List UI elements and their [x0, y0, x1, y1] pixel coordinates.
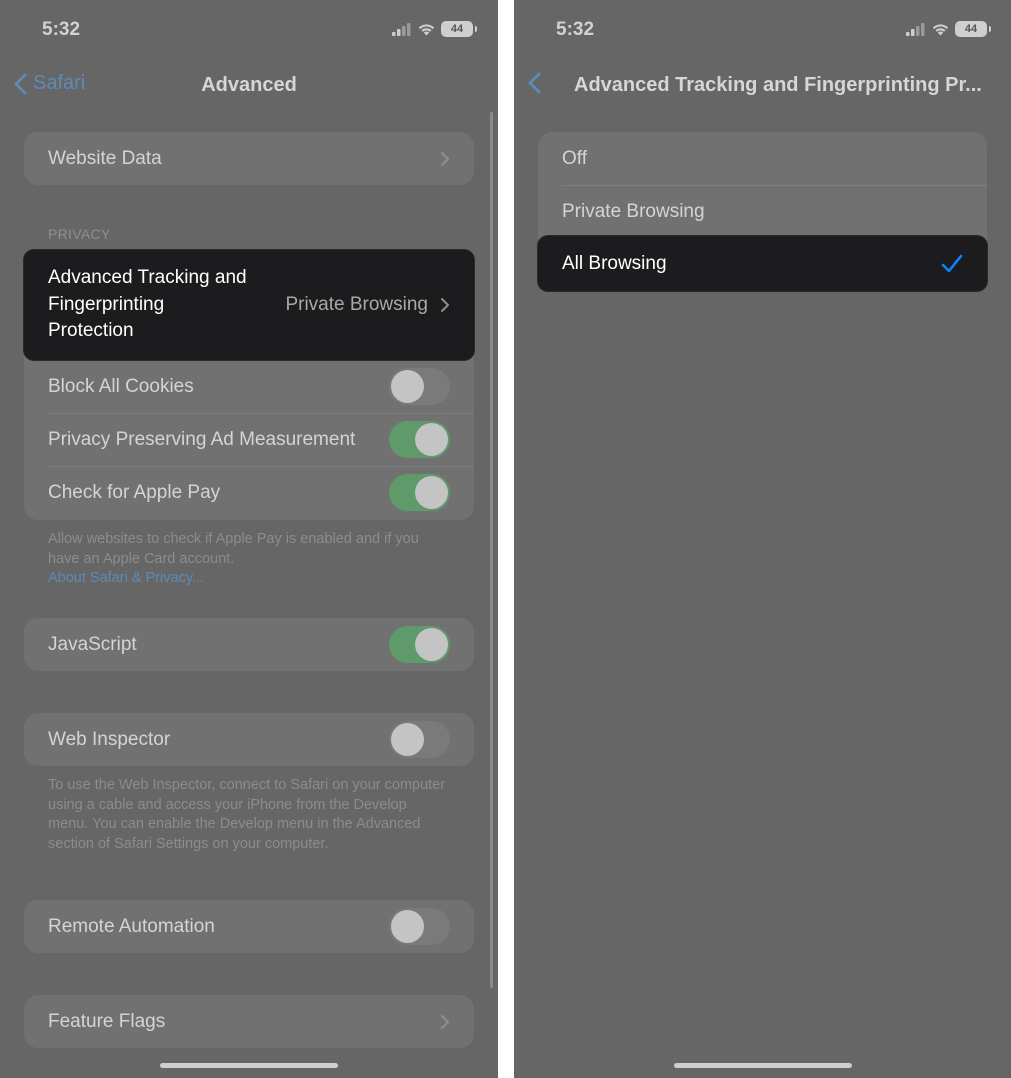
website-data-group: Website Data	[24, 132, 474, 185]
battery-icon: 44	[955, 21, 991, 37]
remote-automation-toggle[interactable]	[389, 908, 450, 945]
option-off-row[interactable]: Off	[538, 132, 987, 185]
apple-pay-note: Allow websites to check if Apple Pay is …	[48, 530, 448, 589]
javascript-group: JavaScript	[24, 618, 474, 671]
row-label: Check for Apple Pay	[48, 481, 221, 503]
page-title: Advanced Tracking and Fingerprinting Pr.…	[574, 74, 982, 96]
row-label: Privacy Preserving Ad Measurement	[48, 428, 356, 450]
status-icons: 44	[906, 21, 991, 37]
tracking-protection-label: Advanced Tracking and Fingerprinting Pro…	[48, 265, 285, 345]
remote-automation-group: Remote Automation	[24, 900, 474, 953]
wifi-icon	[932, 24, 949, 36]
advanced-settings-screen: 5:32 44 Safari Advanced Website Data PRI…	[0, 0, 498, 1078]
page-title: Advanced	[201, 74, 297, 96]
tracking-protection-value: Private Browsing	[285, 294, 428, 315]
feature-flags-label: Feature Flags	[48, 1010, 166, 1032]
javascript-label: JavaScript	[48, 633, 137, 655]
home-indicator[interactable]	[160, 1063, 338, 1068]
chevron-right-icon	[441, 151, 449, 166]
chevron-left-icon	[528, 72, 541, 94]
option-label: Private Browsing	[562, 200, 705, 222]
toggle-knob	[391, 910, 424, 943]
option-label: Off	[562, 147, 587, 169]
feature-flags-row[interactable]: Feature Flags	[24, 995, 474, 1048]
option-label: All Browsing	[562, 252, 667, 274]
toggle-knob	[415, 628, 448, 661]
apple-pay-note-text: Allow websites to check if Apple Pay is …	[48, 531, 419, 567]
javascript-toggle[interactable]	[389, 626, 450, 663]
web-inspector-group: Web Inspector	[24, 713, 474, 766]
option-all-browsing-row[interactable]: All Browsing	[538, 236, 987, 291]
back-button[interactable]	[528, 72, 541, 99]
javascript-row: JavaScript	[24, 618, 474, 671]
label-line: Fingerprinting	[48, 293, 165, 315]
website-data-row[interactable]: Website Data	[24, 132, 474, 185]
about-safari-privacy-link[interactable]: About Safari & Privacy...	[48, 569, 448, 589]
home-indicator[interactable]	[674, 1063, 852, 1068]
chevron-right-icon	[441, 1014, 449, 1029]
tracking-options-screen: 5:32 44 Advanced Tracking and Fingerprin…	[514, 0, 1011, 1078]
block-all-cookies-toggle[interactable]	[389, 368, 450, 405]
status-icons: 44	[392, 21, 477, 37]
remote-automation-label: Remote Automation	[48, 915, 215, 937]
check-apple-pay-toggle[interactable]	[389, 474, 450, 511]
status-time: 5:32	[42, 19, 81, 40]
chevron-right-icon	[441, 298, 449, 312]
web-inspector-toggle[interactable]	[389, 721, 450, 758]
label-line: Advanced Tracking and	[48, 267, 247, 289]
signal-icon	[906, 22, 925, 36]
toggle-knob	[415, 476, 448, 509]
toggle-knob	[391, 370, 424, 403]
label-line: Protection	[48, 320, 134, 342]
web-inspector-label: Web Inspector	[48, 728, 171, 750]
checkmark-icon	[941, 254, 963, 272]
toggle-knob	[391, 723, 424, 756]
web-inspector-row: Web Inspector	[24, 713, 474, 766]
scrollbar[interactable]	[490, 112, 493, 988]
check-apple-pay-row: Check for Apple Pay	[24, 466, 474, 519]
remote-automation-row: Remote Automation	[24, 900, 474, 953]
tracking-protection-row[interactable]: Advanced Tracking and Fingerprinting Pro…	[24, 250, 474, 360]
battery-icon: 44	[441, 21, 477, 37]
signal-icon	[392, 22, 411, 36]
privacy-ad-measurement-row: Privacy Preserving Ad Measurement	[24, 413, 474, 466]
web-inspector-note: To use the Web Inspector, connect to Saf…	[48, 777, 446, 852]
toggle-knob	[415, 423, 448, 456]
status-time: 5:32	[556, 19, 595, 40]
privacy-ad-measurement-toggle[interactable]	[389, 421, 450, 458]
row-label: Block All Cookies	[48, 375, 194, 397]
feature-flags-group: Feature Flags	[24, 995, 474, 1048]
website-data-label: Website Data	[48, 147, 162, 169]
privacy-section-header: PRIVACY	[48, 226, 111, 242]
block-all-cookies-row: Block All Cookies	[24, 360, 474, 413]
wifi-icon	[418, 24, 435, 36]
option-private-browsing-row[interactable]: Private Browsing	[538, 185, 987, 238]
